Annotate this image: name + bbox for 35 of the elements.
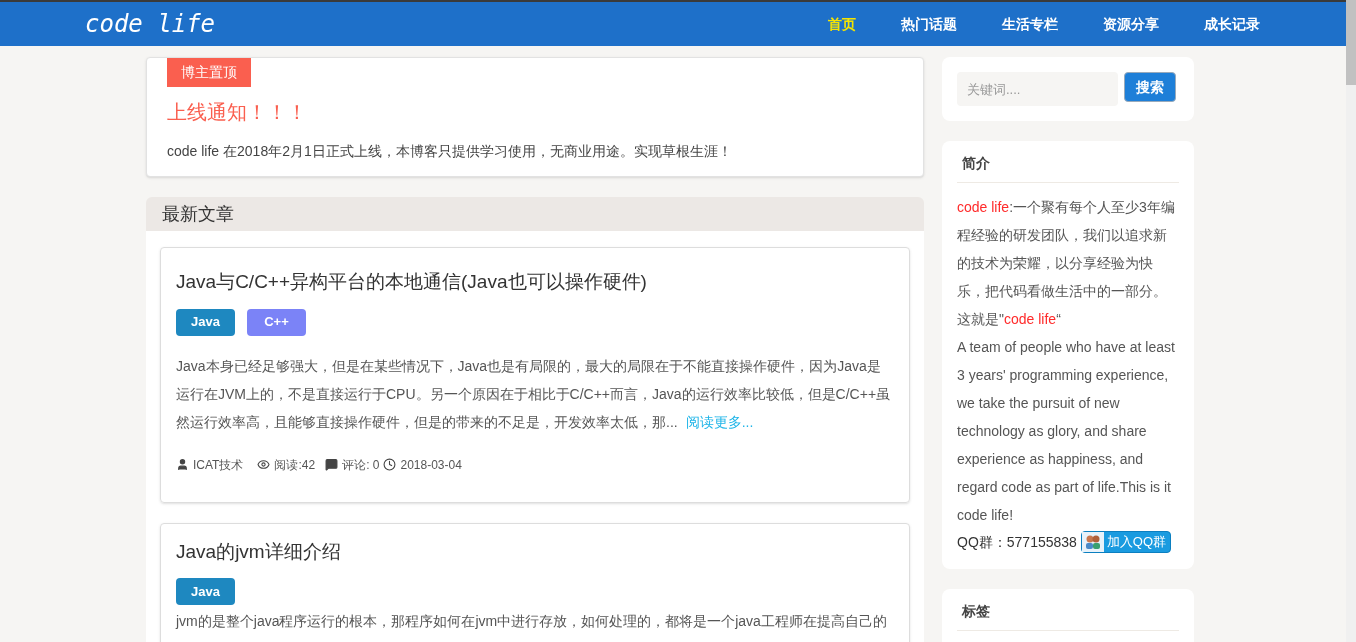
clock-icon: [383, 458, 397, 471]
tag-label[interactable]: C++: [247, 308, 306, 336]
nav-link[interactable]: 资源分享: [1103, 13, 1159, 35]
article-excerpt: Java本身已经足够强大，但是在某些情况下，Java也是有局限的，最大的局限在于不能直接操作硬件，因为Java是运行在JVM上的，不是直接运行于CPU。另一个原因在于相比于C/C++而言，Java的运行效率比较低，但是C/C++虽然运行效率高，且能够直接操作硬件，但是的带来的不足是，开发效率太低，那... 阅读更多...: [176, 356, 892, 432]
comment-count: 评论: 0: [342, 456, 380, 474]
nav-link[interactable]: 首页: [828, 13, 856, 35]
pinned-badge: 博主置顶: [167, 58, 251, 87]
search-button[interactable]: 搜索: [1124, 72, 1176, 102]
nav-link[interactable]: 生活专栏: [1002, 13, 1058, 35]
user-icon: [176, 458, 189, 471]
intro-text: code life:一个聚有每个人至少3年编程经验的研发团队，我们以追求新的技术为荣耀，以分享经验为快乐，把代码看做生活中的一部分。这就是"code life“: [957, 198, 1176, 329]
nav-link[interactable]: 成长记录: [1204, 13, 1260, 35]
people-icon: [1081, 532, 1104, 552]
article-excerpt: jvm的是整个java程序运行的根本，那程序如何在jvm中进行存放，如何处理的，都将是一个java工程师在提高自己的: [176, 612, 888, 631]
pinned-title[interactable]: 上线通知！！！: [167, 97, 903, 127]
comment-icon: [325, 458, 339, 471]
qq-group-number: QQ群：577155838: [957, 532, 1077, 552]
tags-heading: 标签: [957, 601, 1179, 631]
article-title[interactable]: Java与C/C++异构平台的本地通信(Java也可以操作硬件): [176, 268, 894, 297]
view-count: 阅读:42: [274, 456, 316, 474]
join-qq-group-button[interactable]: 加入QQ群: [1080, 531, 1172, 553]
site-logo[interactable]: code life: [85, 6, 216, 42]
intro-english-text: A team of people who have at least 3 years' programming experience, we take the pursuit of new technology as glory, and share experience as happiness, and regard code as part of life.This is it code life!: [957, 338, 1176, 525]
tag-label[interactable]: Java: [176, 578, 235, 605]
nav-link[interactable]: 热门话题: [901, 13, 957, 35]
post-date: 2018-03-04: [400, 456, 462, 474]
pinned-text: code life 在2018年2月1日正式上线，本博客只提供学习使用，无商业用途。实现草根生涯！: [167, 142, 733, 161]
section-title: 最新文章: [162, 202, 234, 226]
author-name[interactable]: ICAT技术: [193, 455, 244, 474]
tag-label[interactable]: Java: [176, 308, 235, 336]
intro-heading: 简介: [957, 153, 1179, 183]
search-field[interactable]: 关键词....: [957, 72, 1118, 106]
article-title[interactable]: Java的jvm详细介绍: [176, 537, 894, 566]
eye-icon: [257, 458, 271, 471]
scrollbar[interactable]: [1346, 0, 1356, 642]
